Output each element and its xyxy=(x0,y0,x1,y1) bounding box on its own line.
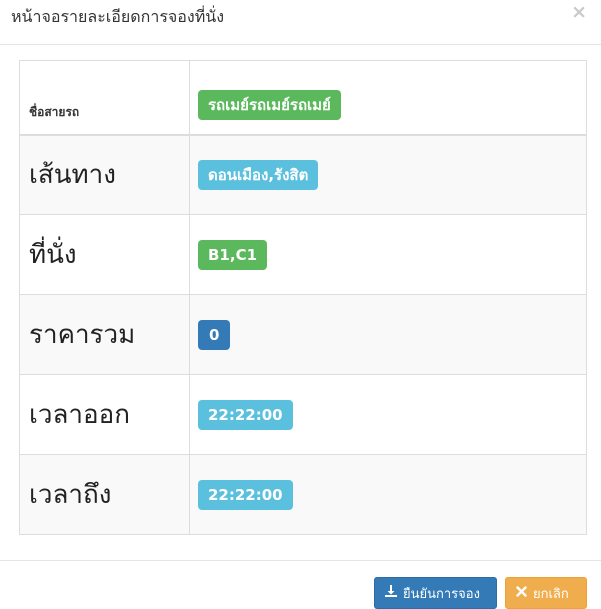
table-row-total-price: ราคารวม 0 xyxy=(19,294,587,375)
table-row-bus-name: ชื่อสายรถ รถเมย์รถเมย์รถเมย์ xyxy=(19,60,587,136)
departure-badge: 22:22:00 xyxy=(198,399,293,430)
total-price-cell: 0 xyxy=(189,294,587,375)
booking-detail-table: ชื่อสายรถ รถเมย์รถเมย์รถเมย์ เส้นทาง ดอน… xyxy=(19,60,587,535)
modal-body: ชื่อสายรถ รถเมย์รถเมย์รถเมย์ เส้นทาง ดอน… xyxy=(19,60,587,535)
seats-cell: B1,C1 xyxy=(189,214,587,295)
table-row-route: เส้นทาง ดอนเมือง,รังสิต xyxy=(19,134,587,215)
cancel-label: ยกเลิก xyxy=(533,586,569,602)
modal-title: หน้าจอรายละเอียดการจองที่นั่ง xyxy=(11,7,225,26)
booking-detail-modal: หน้าจอรายละเอียดการจองที่นั่ง × ชื่อสายร… xyxy=(0,0,601,609)
confirm-booking-button[interactable]: ยืนยันการจอง xyxy=(374,577,497,609)
arrival-badge: 22:22:00 xyxy=(198,479,293,510)
total-price-badge: 0 xyxy=(198,319,231,350)
bus-name-label: ชื่อสายรถ xyxy=(19,60,190,136)
arrival-label: เวลาถึง xyxy=(19,454,190,535)
cancel-button[interactable]: ยกเลิก xyxy=(505,577,587,609)
arrival-cell: 22:22:00 xyxy=(189,454,587,535)
download-icon xyxy=(385,585,397,601)
bus-name-badge: รถเมย์รถเมย์รถเมย์ xyxy=(198,90,341,120)
table-row-departure: เวลาออก 22:22:00 xyxy=(19,374,587,455)
close-button[interactable]: × xyxy=(571,3,587,22)
seats-label: ที่นั่ง xyxy=(19,214,190,295)
close-icon xyxy=(516,585,527,601)
departure-label: เวลาออก xyxy=(19,374,190,455)
route-label: เส้นทาง xyxy=(19,134,190,215)
route-cell: ดอนเมือง,รังสิต xyxy=(189,134,587,215)
confirm-booking-label: ยืนยันการจอง xyxy=(403,586,480,602)
table-row-arrival: เวลาถึง 22:22:00 xyxy=(19,454,587,535)
modal-footer: ยืนยันการจอง ยกเลิก xyxy=(0,560,601,609)
modal-header: หน้าจอรายละเอียดการจองที่นั่ง × xyxy=(0,0,601,45)
bus-name-cell: รถเมย์รถเมย์รถเมย์ xyxy=(189,60,587,136)
route-badge: ดอนเมือง,รังสิต xyxy=(198,159,319,190)
total-price-label: ราคารวม xyxy=(19,294,190,375)
departure-cell: 22:22:00 xyxy=(189,374,587,455)
table-row-seats: ที่นั่ง B1,C1 xyxy=(19,214,587,295)
seats-badge: B1,C1 xyxy=(198,239,268,270)
